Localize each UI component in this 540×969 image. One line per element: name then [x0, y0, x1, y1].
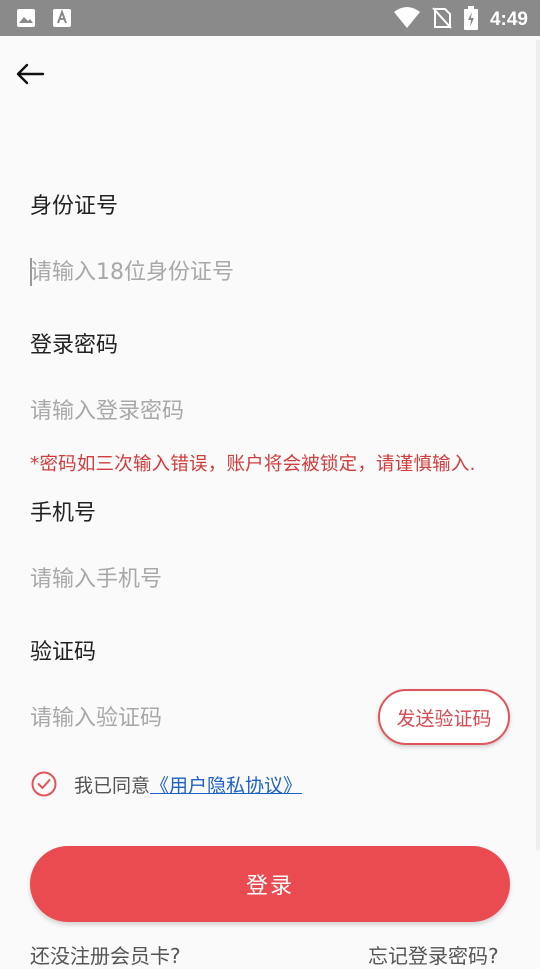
phone-input[interactable]: [30, 559, 360, 599]
arrow-left-icon: [16, 63, 45, 85]
register-card-link[interactable]: 还没注册会员卡?: [30, 940, 181, 969]
status-time: 4:49: [489, 9, 528, 30]
password-warning: *密码如三次输入错误，账户将会被锁定，请谨慎输入.: [30, 454, 476, 475]
id-number-input[interactable]: [30, 252, 360, 292]
check-circle-icon[interactable]: [30, 770, 58, 798]
verification-code-label: 验证码: [30, 640, 97, 665]
scrollbar[interactable]: [536, 40, 540, 850]
privacy-agreement-link[interactable]: 《用户隐私协议》: [150, 771, 302, 798]
status-bar: 4:49: [0, 0, 540, 36]
wifi-icon: [393, 7, 420, 33]
back-button[interactable]: [12, 56, 48, 92]
id-number-label: 身份证号: [30, 194, 119, 219]
agreement-row: 我已同意 《用户隐私协议》: [30, 770, 302, 798]
image-icon: [16, 8, 36, 32]
login-button[interactable]: 登录: [30, 846, 510, 922]
no-sim-icon: [432, 7, 452, 33]
font-icon: [52, 8, 72, 32]
verification-code-input[interactable]: [30, 698, 350, 738]
send-code-button[interactable]: 发送验证码: [378, 689, 510, 745]
battery-charging-icon: [463, 6, 478, 34]
forgot-password-link[interactable]: 忘记登录密码?: [368, 940, 499, 969]
password-input[interactable]: [30, 391, 360, 431]
agreement-prefix: 我已同意: [74, 774, 151, 797]
phone-label: 手机号: [30, 501, 97, 526]
password-label: 登录密码: [30, 333, 119, 358]
